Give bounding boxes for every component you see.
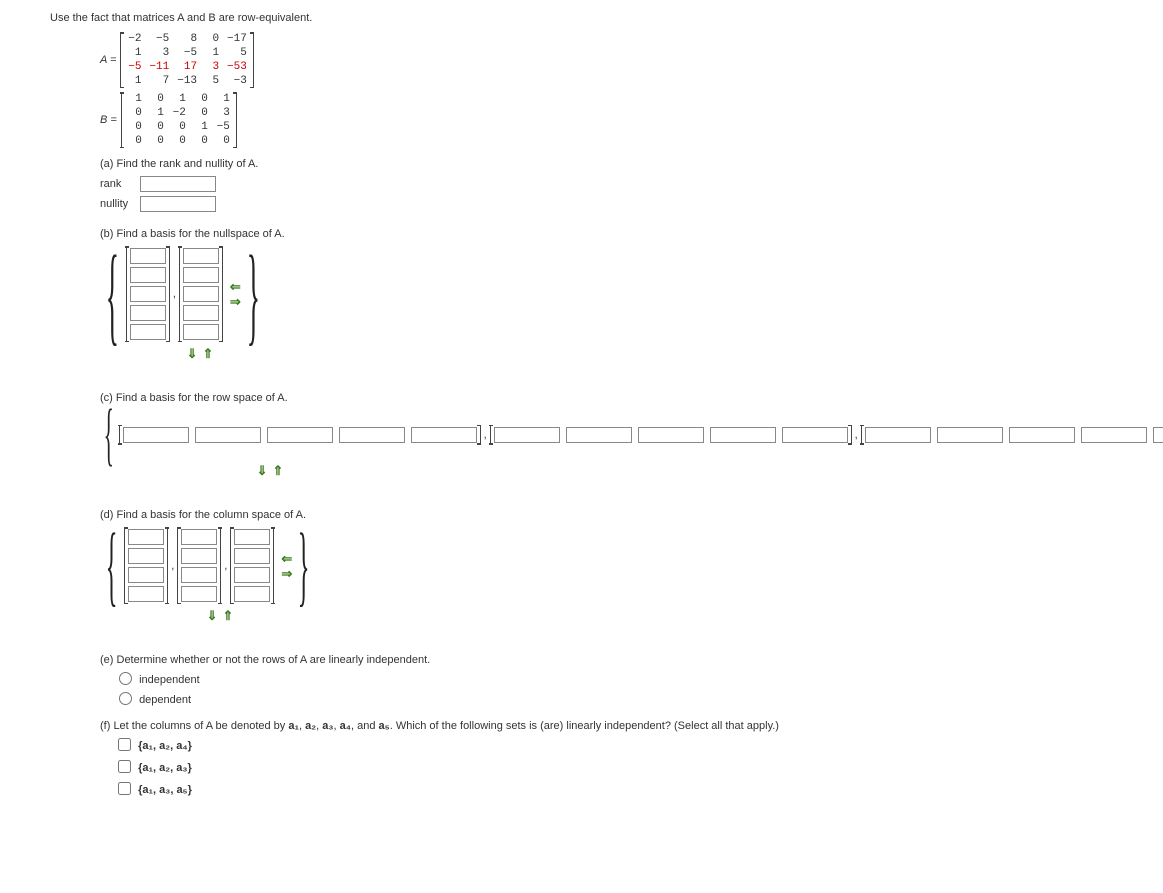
c-v3-4[interactable]	[1081, 427, 1147, 443]
d-v2-2[interactable]	[181, 548, 217, 564]
comma-sep: ,	[173, 288, 176, 300]
c-v1-3[interactable]	[267, 427, 333, 443]
c-v1-4[interactable]	[339, 427, 405, 443]
remove-vector-icon[interactable]: ⇐	[230, 280, 241, 293]
c-v1-5[interactable]	[411, 427, 477, 443]
rowspace-vector-3	[861, 425, 1163, 445]
remove-vector-icon[interactable]: ⇐	[281, 552, 292, 565]
nullity-input[interactable]	[140, 196, 216, 212]
d-v3-2[interactable]	[234, 548, 270, 564]
rank-nullity-group: rank nullity	[100, 176, 1113, 212]
matrix-A: −2−580−17 13−515 −5−11173−53 17−135−3	[120, 32, 253, 88]
b-v1-c1[interactable]	[130, 248, 166, 264]
right-brace-icon: }	[247, 256, 260, 333]
nullspace-vector-2	[179, 246, 223, 342]
c-v2-1[interactable]	[494, 427, 560, 443]
c-v2-5[interactable]	[782, 427, 848, 443]
add-vector-icon[interactable]: ⇒	[281, 567, 292, 580]
check-option-2-label[interactable]: {a₁, a₂, a₃}	[114, 757, 1113, 776]
part-d-text: (d) Find a basis for the column space of…	[100, 509, 1113, 521]
c-v1-1[interactable]	[123, 427, 189, 443]
part-c-text: (c) Find a basis for the row space of A.	[100, 392, 1113, 404]
label-B: B =	[100, 114, 117, 126]
matrices-display: A = −2−580−17 13−515 −5−11173−53 17−135−…	[100, 32, 1113, 148]
c-v2-4[interactable]	[710, 427, 776, 443]
rowspace-vector-2	[490, 425, 852, 445]
c-v3-3[interactable]	[1009, 427, 1075, 443]
c-v3-5[interactable]	[1153, 427, 1163, 443]
part-b-set: { , ⇐ ⇒ }	[100, 246, 1113, 342]
left-brace-icon: {	[106, 256, 119, 333]
radio-independent[interactable]	[119, 672, 132, 685]
rank-label: rank	[100, 178, 140, 190]
left-brace-icon: {	[104, 410, 114, 459]
c-v3-2[interactable]	[937, 427, 1003, 443]
grow-cols-icon[interactable]: ⇑	[273, 463, 284, 478]
part-b-expand: ⇓ ⇑	[100, 346, 300, 362]
part-f-text: (f) Let the columns of A be denoted by a…	[100, 720, 1113, 732]
c-v2-2[interactable]	[566, 427, 632, 443]
part-c-set: { , ,	[100, 410, 1113, 459]
radio-dependent-label[interactable]: dependent	[114, 689, 1113, 706]
d-v3-3[interactable]	[234, 567, 270, 583]
part-a-text: (a) Find the rank and nullity of A.	[100, 158, 1113, 170]
rank-input[interactable]	[140, 176, 216, 192]
d-v3-4[interactable]	[234, 586, 270, 602]
b-v2-c2[interactable]	[183, 267, 219, 283]
part-e-radio-group: independent dependent	[114, 669, 1113, 706]
b-v1-c4[interactable]	[130, 305, 166, 321]
grow-rows-icon[interactable]: ⇑	[203, 346, 214, 361]
part-f-check-group: {a₁, a₂, a₄} {a₁, a₂, a₃} {a₁, a₃, a₅}	[114, 735, 1113, 798]
d-v1-2[interactable]	[128, 548, 164, 564]
b-v1-c2[interactable]	[130, 267, 166, 283]
colspace-vector-1	[124, 527, 168, 604]
c-v2-3[interactable]	[638, 427, 704, 443]
d-v1-3[interactable]	[128, 567, 164, 583]
check-option-2[interactable]	[118, 760, 131, 773]
d-v2-1[interactable]	[181, 529, 217, 545]
c-v1-2[interactable]	[195, 427, 261, 443]
b-v1-c3[interactable]	[130, 286, 166, 302]
radio-independent-label[interactable]: independent	[114, 669, 1113, 686]
b-v2-c1[interactable]	[183, 248, 219, 264]
left-brace-icon: {	[106, 534, 118, 597]
check-option-3-label[interactable]: {a₁, a₃, a₅}	[114, 779, 1113, 798]
d-v1-4[interactable]	[128, 586, 164, 602]
c-v3-1[interactable]	[865, 427, 931, 443]
b-v2-c5[interactable]	[183, 324, 219, 340]
right-brace-icon: }	[298, 534, 310, 597]
part-d-set: { , ,	[100, 527, 1113, 604]
shrink-cols-icon[interactable]: ⇓	[257, 463, 268, 478]
colspace-vector-3	[230, 527, 274, 604]
intro-text: Use the fact that matrices A and B are r…	[50, 12, 1113, 24]
d-v2-3[interactable]	[181, 567, 217, 583]
d-v2-4[interactable]	[181, 586, 217, 602]
label-A: A =	[100, 54, 116, 66]
rowspace-vector-1	[119, 425, 481, 445]
add-vector-icon[interactable]: ⇒	[230, 295, 241, 308]
d-v1-1[interactable]	[128, 529, 164, 545]
radio-dependent[interactable]	[119, 692, 132, 705]
d-v3-1[interactable]	[234, 529, 270, 545]
nullity-label: nullity	[100, 198, 140, 210]
part-c-expand: ⇓ ⇑	[100, 463, 440, 479]
b-v1-c5[interactable]	[130, 324, 166, 340]
check-option-1[interactable]	[118, 738, 131, 751]
part-e-text: (e) Determine whether or not the rows of…	[100, 654, 1113, 666]
b-v2-c4[interactable]	[183, 305, 219, 321]
check-option-1-label[interactable]: {a₁, a₂, a₄}	[114, 735, 1113, 754]
matrix-B: 10101 01−203 0001−5 00000	[121, 92, 237, 148]
check-option-3[interactable]	[118, 782, 131, 795]
grow-rows-icon[interactable]: ⇑	[223, 608, 234, 623]
nullspace-vector-1	[126, 246, 170, 342]
colspace-vector-2	[177, 527, 221, 604]
shrink-rows-icon[interactable]: ⇓	[207, 608, 218, 623]
shrink-rows-icon[interactable]: ⇓	[187, 346, 198, 361]
b-v2-c3[interactable]	[183, 286, 219, 302]
